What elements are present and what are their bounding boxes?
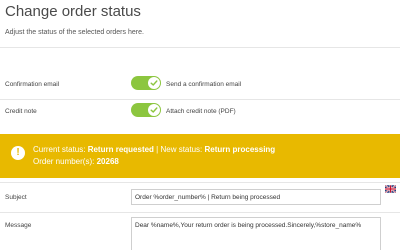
status-change-text: Current status: Return requested | New s… — [33, 145, 275, 154]
confirmation-email-toggle[interactable] — [131, 76, 161, 90]
current-status-value: Return requested — [87, 145, 154, 154]
current-status-label: Current status: — [33, 145, 86, 154]
credit-note-toggle[interactable] — [131, 103, 161, 117]
new-status-label: New status: — [160, 145, 203, 154]
divider — [0, 212, 400, 213]
order-numbers-text: Order number(s): 20268 — [33, 157, 119, 166]
check-icon — [150, 107, 158, 113]
confirmation-email-toggle-label[interactable]: Send a confirmation email — [166, 81, 241, 88]
subject-input[interactable]: Order %order_number% | Return being proc… — [131, 189, 381, 205]
page-title: Change order status — [5, 3, 141, 20]
new-status-value: Return processing — [204, 145, 276, 154]
status-separator: | — [156, 145, 159, 154]
subject-label: Subject — [5, 194, 27, 201]
page-subtitle: Adjust the status of the selected orders… — [5, 29, 144, 36]
exclamation-icon: ! — [11, 146, 25, 160]
divider — [0, 182, 400, 183]
message-label: Message — [5, 222, 32, 229]
confirmation-email-label: Confirmation email — [5, 81, 60, 88]
order-numbers-label: Order number(s): — [33, 157, 95, 166]
message-textarea[interactable]: Dear %name%,Your return order is being p… — [131, 217, 381, 250]
uk-flag-icon[interactable] — [385, 185, 396, 193]
credit-note-label: Credit note — [5, 108, 37, 115]
order-numbers-value: 20268 — [96, 157, 119, 166]
credit-note-toggle-label[interactable]: Attach credit note (PDF) — [166, 108, 236, 115]
divider — [0, 47, 400, 48]
toggle-knob — [148, 104, 160, 116]
check-icon — [150, 80, 158, 86]
divider — [0, 99, 400, 100]
toggle-knob — [148, 77, 160, 89]
status-banner: ! Current status: Return requested | New… — [0, 134, 400, 178]
